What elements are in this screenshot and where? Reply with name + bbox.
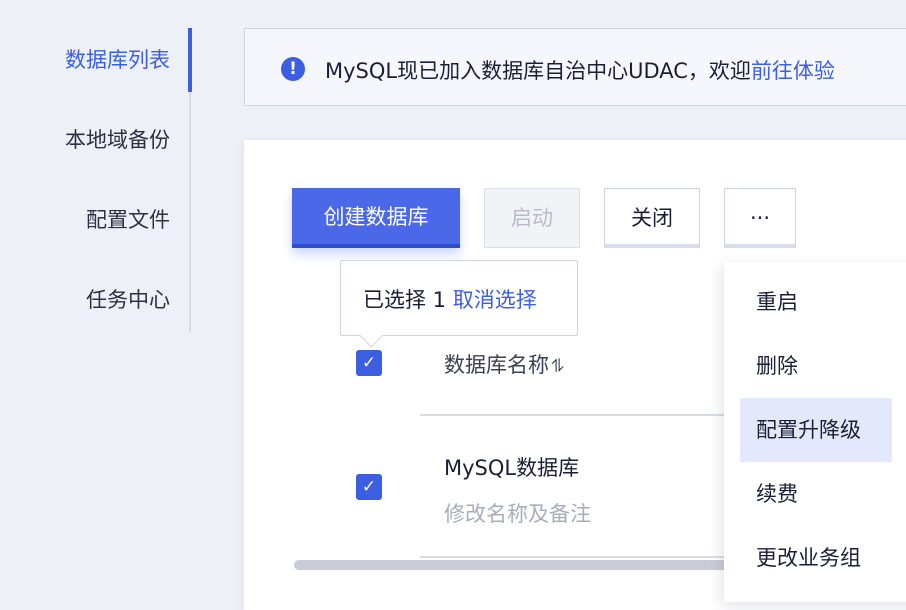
notice-banner: ! MySQL现已加入数据库自治中心UDAC，欢迎前往体验 [244, 28, 906, 106]
start-button[interactable]: 启动 [484, 188, 580, 248]
notice-try-link[interactable]: 前往体验 [751, 59, 835, 83]
scrollbar-thumb[interactable] [294, 560, 734, 570]
sidebar: 数据库列表 本地域备份 配置文件 任务中心 [0, 0, 192, 592]
notice-text: MySQL现已加入数据库自治中心UDAC，欢迎前往体验 [325, 55, 835, 85]
notice-message: MySQL现已加入数据库自治中心UDAC，欢迎 [325, 59, 751, 83]
more-actions-button[interactable]: ··· [724, 188, 796, 248]
column-header-name[interactable]: 数据库名称 ⥮ [444, 349, 564, 379]
menu-item-renew[interactable]: 续费 [740, 462, 892, 526]
more-actions-menu: 重启 删除 配置升降级 续费 更改业务组 [724, 262, 906, 602]
menu-item-restart[interactable]: 重启 [740, 270, 892, 334]
clear-selection-link[interactable]: 取消选择 [453, 288, 537, 312]
sidebar-item-database-list[interactable]: 数据库列表 [65, 44, 170, 74]
select-all-checkbox[interactable]: ✓ [356, 350, 382, 376]
column-header-label: 数据库名称 [444, 353, 549, 377]
row-checkbox[interactable]: ✓ [356, 474, 382, 500]
selection-count: 已选择 1 取消选择 [363, 284, 537, 314]
menu-item-delete[interactable]: 删除 [740, 334, 892, 398]
sidebar-item-local-backup[interactable]: 本地域备份 [65, 124, 170, 154]
create-database-button[interactable]: 创建数据库 [292, 188, 460, 248]
info-icon: ! [281, 57, 305, 81]
selection-tooltip: 已选择 1 取消选择 [340, 260, 578, 348]
selection-text: 已选择 1 [363, 288, 453, 312]
sidebar-item-task-center[interactable]: 任务中心 [86, 284, 170, 314]
sort-icon[interactable]: ⥮ [551, 356, 564, 377]
close-button[interactable]: 关闭 [604, 188, 700, 248]
sidebar-active-indicator [188, 28, 192, 92]
row-database-name[interactable]: MySQL数据库 [444, 452, 579, 482]
menu-item-change-group[interactable]: 更改业务组 [740, 526, 892, 590]
sidebar-item-config-files[interactable]: 配置文件 [86, 204, 170, 234]
tooltip-arrow [359, 323, 384, 348]
menu-item-resize[interactable]: 配置升降级 [740, 398, 892, 462]
row-edit-remark-link[interactable]: 修改名称及备注 [444, 498, 591, 528]
